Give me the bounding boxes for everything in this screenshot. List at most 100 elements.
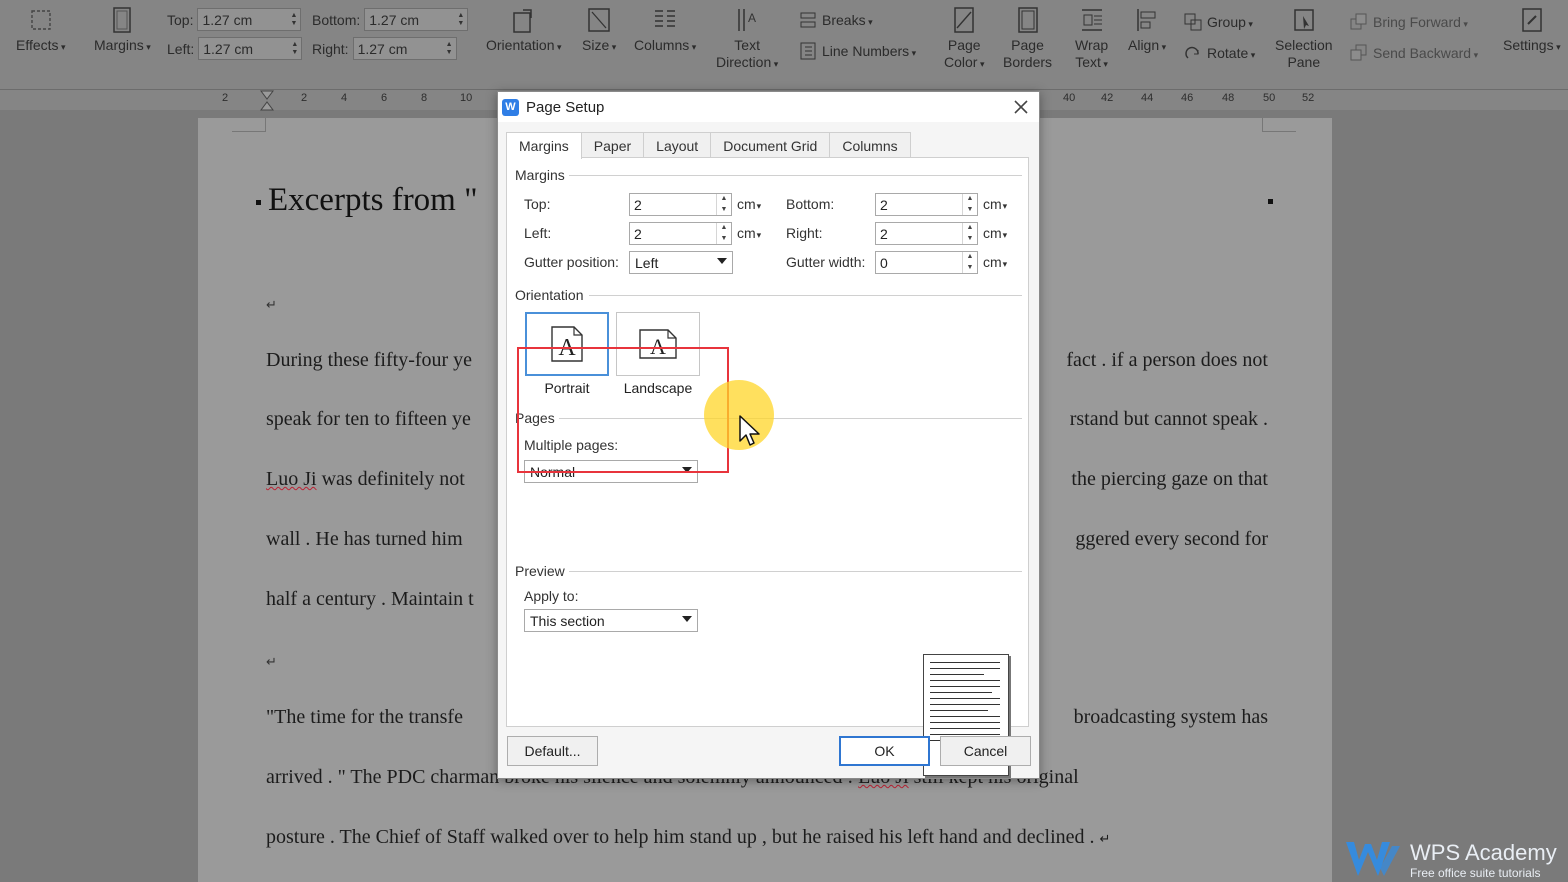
wps-academy-watermark: WPS Academy Free office suite tutorials	[1344, 836, 1566, 882]
gutter-position-select[interactable]: Left	[629, 251, 733, 274]
paragraph-mark-icon: ↵	[266, 297, 277, 312]
ribbon-bottom-margin-input[interactable]: 1.27 cm ▲ ▼	[364, 8, 469, 31]
ribbon-toolbar: Effects Margins Top: 1.27 cm▲▼ Bottom: 1…	[0, 0, 1568, 90]
section-divider	[555, 418, 1022, 419]
page-color-button[interactable]: Page Color	[944, 6, 985, 73]
svg-text:A: A	[558, 335, 576, 361]
cursor-highlight-circle	[704, 380, 774, 450]
align-button[interactable]: Align	[1128, 6, 1166, 56]
ruler-tick-label: 46	[1181, 92, 1194, 104]
effects-button[interactable]: Effects	[16, 6, 66, 56]
ruler-tick-label: 8	[421, 92, 428, 104]
top-margin-spinner[interactable]: ▲ ▼	[716, 194, 731, 215]
left-label: Left:	[524, 225, 552, 241]
group-button[interactable]: Group	[1184, 13, 1253, 31]
preview-section-label: Preview	[515, 563, 569, 579]
rotate-icon	[1185, 46, 1199, 59]
section-divider	[567, 571, 1022, 572]
indent-marker-icon[interactable]	[259, 90, 275, 112]
paragraph-mark-icon: ↵	[1099, 831, 1111, 846]
dialog-tabs: Margins Paper Layout Document Grid Colum…	[506, 132, 911, 159]
svg-text:A: A	[748, 11, 756, 25]
selection-pane-button[interactable]: Selection Pane	[1275, 6, 1333, 71]
ribbon-top-margin-input[interactable]: 1.27 cm ▲ ▼	[197, 8, 302, 31]
landscape-option[interactable]: A	[616, 312, 700, 376]
tab-margins[interactable]: Margins	[506, 132, 582, 159]
size-button[interactable]: Size	[582, 6, 616, 56]
gutter-width-spinner[interactable]: ▲ ▼	[962, 252, 977, 273]
orientation-button[interactable]: Orientation	[486, 6, 562, 56]
section-divider	[567, 175, 1022, 176]
apply-to-select[interactable]: This section	[524, 609, 698, 632]
tab-paper[interactable]: Paper	[580, 132, 645, 158]
crop-mark	[1262, 118, 1296, 132]
top-unit-dropdown[interactable]: cm	[737, 196, 761, 212]
send-backward-button[interactable]: Send Backward	[1350, 44, 1478, 62]
line-numbers-button[interactable]: Line Numbers	[799, 42, 916, 60]
default-button[interactable]: Default...	[507, 736, 598, 766]
chevron-down-icon	[682, 467, 692, 473]
tab-columns[interactable]: Columns	[829, 132, 911, 158]
ruler-tick-label: 48	[1222, 92, 1235, 104]
ribbon-right-margin: Right: 1.27 cm ▲ ▼	[312, 37, 457, 60]
ruler-tick-label: 2	[301, 92, 308, 104]
text-direction-icon: A	[734, 6, 760, 34]
document-title[interactable]: Excerpts from "	[268, 182, 478, 219]
ribbon-left-margin-input[interactable]: 1.27 cm ▲ ▼	[198, 37, 303, 60]
text-direction-button[interactable]: A Text Direction	[716, 6, 778, 73]
breaks-icon	[800, 12, 816, 28]
bring-forward-button[interactable]: Bring Forward	[1350, 13, 1468, 31]
ok-button[interactable]: OK	[839, 736, 930, 766]
rotate-button[interactable]: Rotate	[1184, 44, 1255, 62]
cancel-button[interactable]: Cancel	[940, 736, 1031, 766]
bottom-unit-dropdown[interactable]: cm	[983, 196, 1007, 212]
right-margin-input[interactable]: 2 ▲ ▼	[875, 222, 978, 245]
align-icon	[1134, 6, 1160, 34]
wps-writer-icon: W	[502, 98, 519, 116]
paragraph-mark-icon: ↵	[266, 654, 277, 669]
left-unit-dropdown[interactable]: cm	[737, 225, 761, 241]
gutter-width-input[interactable]: 0 ▲ ▼	[875, 251, 978, 274]
ribbon-right-margin-input[interactable]: 1.27 cm ▲ ▼	[352, 37, 457, 60]
wps-logo-icon	[1346, 842, 1400, 876]
effects-icon	[28, 6, 54, 34]
columns-button[interactable]: Columns	[634, 6, 696, 56]
gutter-unit-dropdown[interactable]: cm	[983, 254, 1007, 270]
right-margin-spinner[interactable]: ▲ ▼	[962, 223, 977, 244]
dialog-title: Page Setup	[526, 98, 605, 116]
bottom-margin-spinner[interactable]: ▲ ▼	[962, 194, 977, 215]
right-unit-dropdown[interactable]: cm	[983, 225, 1007, 241]
ribbon-bottom-margin: Bottom: 1.27 cm ▲ ▼	[312, 8, 469, 31]
settings-button[interactable]: Settings	[1503, 6, 1561, 56]
ruler-tick-label: 42	[1101, 92, 1114, 104]
ruler-tick-label: 50	[1263, 92, 1276, 104]
close-button[interactable]	[1011, 97, 1031, 117]
breaks-button[interactable]: Breaks	[799, 11, 873, 29]
orientation-icon	[511, 6, 537, 34]
chevron-down-icon	[682, 616, 692, 622]
top-margin-input[interactable]: 2 ▲ ▼	[629, 193, 732, 216]
ruler-tick-label: 4	[341, 92, 348, 104]
pages-section-label: Pages	[515, 410, 559, 426]
bottom-margin-input[interactable]: 2 ▲ ▼	[875, 193, 978, 216]
ribbon-left-margin: Left: 1.27 cm ▲ ▼	[167, 37, 303, 60]
multiple-pages-select[interactable]: Normal	[524, 460, 698, 483]
ruler-tick-label: 52	[1302, 92, 1315, 104]
tab-document-grid[interactable]: Document Grid	[710, 132, 831, 158]
mouse-pointer-icon	[739, 415, 760, 446]
paragraph-bullet	[256, 200, 261, 205]
paragraph-bullet	[1268, 199, 1273, 204]
wrap-text-icon	[1079, 6, 1105, 34]
left-margin-spinner[interactable]: ▲ ▼	[716, 223, 731, 244]
margins-button[interactable]: Margins	[94, 6, 151, 56]
apply-to-label: Apply to:	[524, 588, 579, 604]
left-margin-input[interactable]: 2 ▲ ▼	[629, 222, 732, 245]
document-line[interactable]: posture . The Chief of Staff walked over…	[266, 826, 1268, 849]
page-borders-button[interactable]: Page Borders	[1003, 6, 1052, 71]
wrap-text-button[interactable]: Wrap Text	[1075, 6, 1108, 73]
dialog-titlebar[interactable]: W Page Setup	[498, 92, 1039, 122]
tab-layout[interactable]: Layout	[643, 132, 712, 158]
portrait-option[interactable]: A	[525, 312, 609, 376]
right-label: Right:	[786, 225, 823, 241]
ruler-tick-label: 40	[1063, 92, 1076, 104]
